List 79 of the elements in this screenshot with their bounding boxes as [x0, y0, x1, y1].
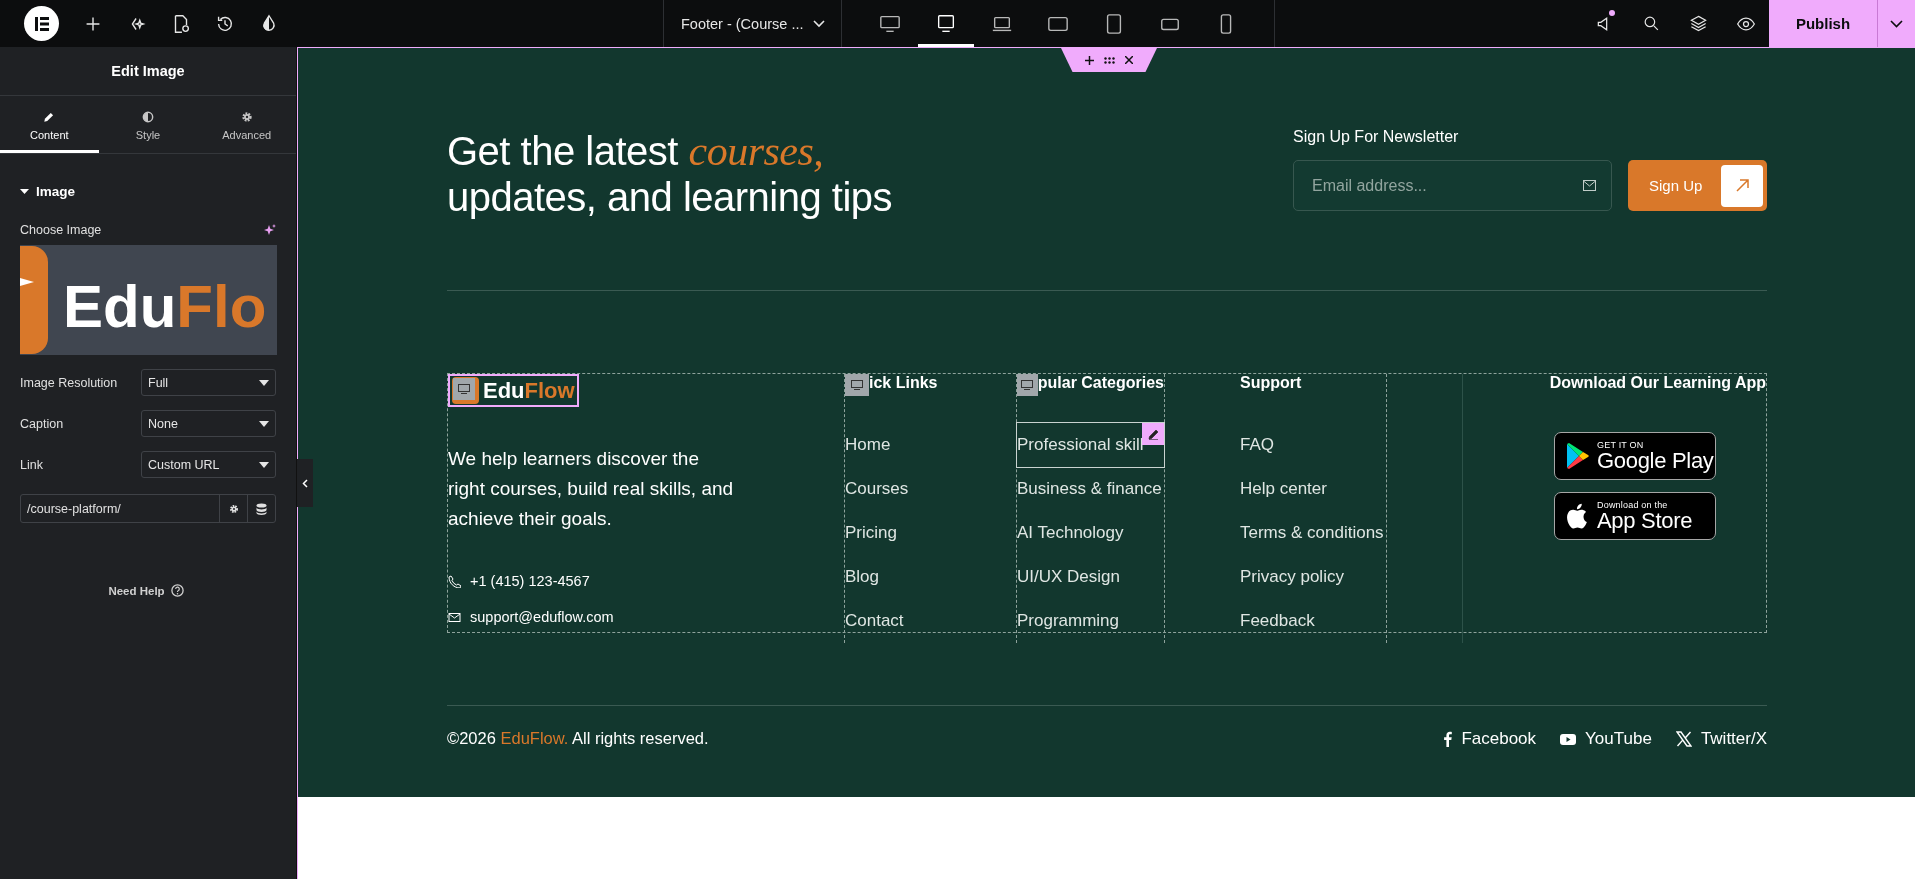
footer-link[interactable]: Terms & conditions [1240, 511, 1384, 555]
e-logo-icon [33, 15, 50, 32]
publish-button[interactable]: Publish [1769, 0, 1877, 47]
newsletter-label: Sign Up For Newsletter [1293, 128, 1460, 146]
x-icon [1675, 730, 1692, 747]
close-icon [1125, 56, 1133, 64]
caret-down-icon [20, 187, 29, 196]
monitor-icon [935, 12, 957, 35]
apple-icon [1565, 503, 1589, 529]
footer-link[interactable]: Business & finance [1017, 467, 1162, 511]
contact-text: +1 (415) 123-4567 [470, 573, 590, 589]
social-link[interactable]: YouTube [1560, 728, 1652, 749]
contact-text: support@eduflow.com [470, 609, 614, 625]
footer-link[interactable]: Contact [845, 599, 904, 643]
chevron-down-icon [813, 19, 825, 28]
footer-link[interactable]: Courses [845, 467, 909, 511]
column-heading: Support [1240, 374, 1302, 392]
select-field[interactable]: None [141, 410, 276, 437]
footer-link[interactable]: Pricing [845, 511, 897, 555]
image-icon [458, 384, 470, 394]
mail-icon [1583, 180, 1596, 191]
drag-handle-icon [1104, 56, 1115, 64]
footer-link[interactable]: Programming [1017, 599, 1120, 643]
panel-tab[interactable]: Advanced [197, 96, 296, 153]
store-badge[interactable]: GET IT ON Google Play [1554, 432, 1716, 480]
store-badge[interactable]: Download on the App Store [1554, 492, 1716, 540]
layers-icon [1689, 14, 1708, 33]
footer-link[interactable]: AI Technology [1017, 511, 1124, 555]
column-heading: Download Our Learning App [1549, 374, 1766, 392]
footer-link[interactable]: Help center [1240, 467, 1327, 511]
phone-icon [448, 574, 461, 588]
help-link[interactable]: Need Help [108, 584, 165, 597]
footer-link[interactable]: Privacy policy [1240, 555, 1344, 599]
gear-icon [239, 109, 254, 124]
help-icon [170, 584, 184, 597]
caret-down-icon [259, 461, 269, 468]
field-label: Choose Image [20, 223, 102, 237]
column-heading: ick Links [869, 374, 938, 392]
collapse-panel-button[interactable] [297, 459, 313, 507]
footer-link[interactable]: Home [845, 423, 891, 467]
field-label: Caption [20, 416, 64, 431]
panel-tab[interactable]: Style [98, 96, 198, 153]
footer-link[interactable]: Blog [845, 555, 880, 599]
mail-icon [448, 610, 461, 624]
panel-title: Edit Image [0, 47, 296, 96]
field-label: Image Resolution [20, 375, 118, 390]
caret-down-icon [259, 420, 269, 427]
pencil-icon [1147, 428, 1159, 440]
elementor-logo[interactable] [24, 6, 59, 41]
arrow-up-right-icon [1735, 179, 1749, 192]
chevron-left-icon [302, 478, 308, 488]
email-field[interactable]: Email address... [1293, 160, 1612, 211]
contrast-icon [141, 109, 155, 124]
search-icon [1642, 14, 1661, 33]
footer-link[interactable]: UI/UX Design [1017, 555, 1120, 599]
newsletter-headline: Get the latest courses, updates, and learning tips [447, 128, 893, 221]
copyright-text: ©2026 EduFlow. All rights reserved. [447, 729, 709, 748]
section-toggle[interactable]: Image [20, 184, 296, 199]
footer-link[interactable]: FAQ [1240, 423, 1274, 467]
site-logo[interactable]: EduFlow [448, 374, 579, 407]
footer-link[interactable]: Professional skill [1017, 423, 1164, 467]
social-link[interactable]: Twitter/X [1675, 728, 1767, 749]
sparkle-icon [264, 224, 276, 236]
caret-down-icon [259, 379, 269, 386]
social-link[interactable]: Facebook [1444, 728, 1537, 749]
select-field[interactable]: Custom URL [141, 451, 276, 478]
edit-button[interactable] [1142, 423, 1164, 445]
brand-description: We help learners discover the right courses, build real skills, and achieve their goals. [448, 447, 735, 531]
facebook-icon [1444, 730, 1453, 747]
play-store-icon [1565, 443, 1589, 469]
image-icon [1021, 380, 1034, 390]
footer-link[interactable]: Feedback [1240, 599, 1315, 643]
column-heading: pular Categories [1037, 374, 1164, 392]
select-field[interactable]: Full [141, 369, 276, 396]
panel-tab[interactable]: Content [0, 96, 99, 153]
field-label: Link [20, 457, 43, 472]
chevron-down-icon [1890, 19, 1903, 28]
add-icon [1085, 55, 1094, 65]
image-icon [851, 380, 863, 390]
